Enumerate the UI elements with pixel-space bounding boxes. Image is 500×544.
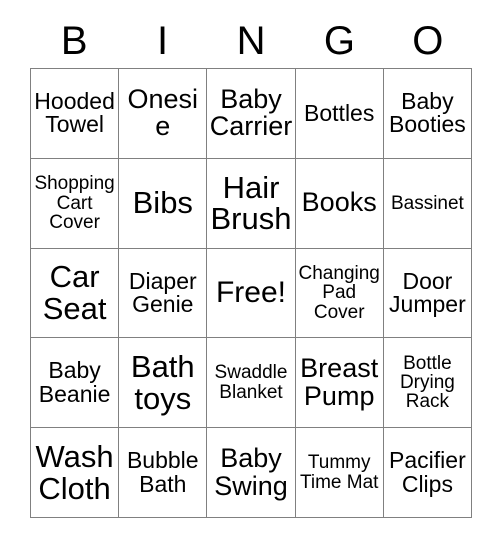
bingo-cell[interactable]: Breast Pump <box>295 338 384 429</box>
bingo-cell[interactable]: Swaddle Blanket <box>207 338 296 429</box>
bingo-cell-label: Pacifier Clips <box>389 447 466 497</box>
bingo-cell[interactable]: Wash Cloth <box>31 428 120 518</box>
bingo-header-row: B I N G O <box>30 14 472 68</box>
bingo-cell-label: Bibs <box>132 185 193 221</box>
bingo-cell[interactable]: Shopping Cart Cover <box>31 158 120 249</box>
bingo-header-letter-g: G <box>323 19 355 63</box>
bingo-cell-label: Swaddle Blanket <box>214 362 288 403</box>
bingo-cell[interactable]: Books <box>295 158 384 249</box>
bingo-cell-label: Bath toys <box>130 349 195 416</box>
bingo-cell[interactable]: Bibs <box>119 158 208 249</box>
bingo-cell-label: Bottle Drying Rack <box>399 352 455 413</box>
bingo-cell[interactable]: Baby Swing <box>207 428 296 518</box>
bingo-cell-label: Baby Beanie <box>38 357 111 407</box>
bingo-cell[interactable]: Baby Carrier <box>207 69 296 159</box>
bingo-cell-label: Tummy Time Mat <box>299 452 379 493</box>
bingo-cell[interactable]: Tummy Time Mat <box>295 428 384 518</box>
bingo-cell-label: Diaper Genie <box>128 267 197 317</box>
bingo-cell-free-space[interactable]: Free! <box>207 248 296 339</box>
bingo-cell[interactable]: Car Seat <box>31 248 120 339</box>
bingo-cell-label: Onesie <box>127 83 199 142</box>
bingo-cell[interactable]: Bottle Drying Rack <box>383 338 472 429</box>
bingo-cell-label: Breast Pump <box>300 353 379 411</box>
bingo-cell-label: Car Seat <box>42 259 107 326</box>
bingo-cell-label: Baby Carrier <box>209 83 293 142</box>
bingo-cell[interactable]: Onesie <box>119 69 208 159</box>
bingo-cell[interactable]: Bassinet <box>383 158 472 249</box>
bingo-cell[interactable]: Hooded Towel <box>31 69 120 159</box>
bingo-cell-label: Baby Swing <box>214 443 288 501</box>
bingo-cell[interactable]: Bubble Bath <box>119 428 208 518</box>
bingo-cell-label: Shopping Cart Cover <box>34 173 115 233</box>
bingo-cell-label: Bubble Bath <box>126 447 199 497</box>
bingo-cell-label: Bassinet <box>390 192 464 214</box>
bingo-cell-label: Door Jumper <box>389 267 466 317</box>
bingo-cell[interactable]: Bottles <box>295 69 384 159</box>
bingo-cell[interactable]: Changing Pad Cover <box>295 248 384 339</box>
bingo-header-letter-n: N <box>236 19 266 63</box>
bingo-cell-label: Hooded Towel <box>34 87 115 138</box>
bingo-cell[interactable]: Pacifier Clips <box>383 428 472 518</box>
bingo-cell[interactable]: Door Jumper <box>383 248 472 339</box>
bingo-cell[interactable]: Bath toys <box>119 338 208 429</box>
bingo-cell-label: Changing Pad Cover <box>298 262 380 323</box>
bingo-cell[interactable]: Baby Beanie <box>31 338 120 429</box>
bingo-grid: Hooded Towel Onesie Baby Carrier Bottles Bab… <box>30 68 472 518</box>
bingo-cell-label: Bottles <box>304 99 375 126</box>
bingo-cell[interactable]: Hair Brush <box>207 158 296 249</box>
bingo-cell[interactable]: Baby Booties <box>383 69 472 159</box>
bingo-header-letter-i: I <box>157 19 169 63</box>
bingo-cell-label: Books <box>301 187 377 218</box>
bingo-cell-label: Wash Cloth <box>35 438 114 506</box>
bingo-card: B I N G O Hooded Towel Onesie Baby Carrier… <box>0 0 500 544</box>
bingo-header-letter-o: O <box>412 19 444 63</box>
bingo-cell[interactable]: Diaper Genie <box>119 248 208 339</box>
bingo-header-letter-b: B <box>60 19 88 63</box>
bingo-cell-label: Baby Booties <box>389 87 466 138</box>
bingo-cell-label: Free! <box>215 275 286 309</box>
bingo-cell-label: Hair Brush <box>210 169 292 237</box>
